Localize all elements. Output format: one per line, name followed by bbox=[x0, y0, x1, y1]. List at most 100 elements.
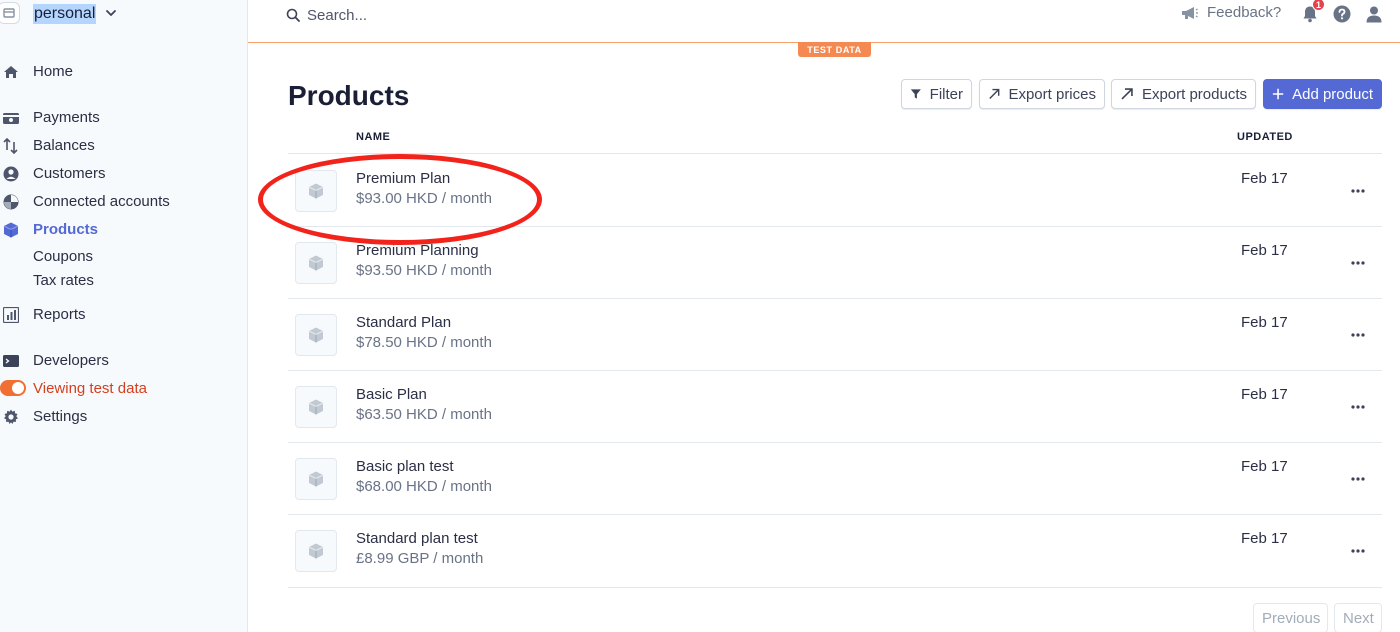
sidebar-item-label: Customers bbox=[33, 165, 106, 182]
sidebar-item-reports[interactable]: Reports bbox=[0, 304, 240, 326]
table-row[interactable]: Standard Plan $78.50 HKD / month Feb 17 bbox=[288, 298, 1382, 370]
product-image-placeholder bbox=[295, 458, 337, 500]
developers-icon bbox=[3, 353, 19, 369]
box-icon bbox=[308, 543, 324, 559]
sidebar-item-customers[interactable]: Customers bbox=[0, 163, 240, 185]
sidebar-item-payments[interactable]: Payments bbox=[0, 107, 240, 129]
box-icon bbox=[308, 399, 324, 415]
megaphone-icon bbox=[1182, 6, 1198, 19]
more-actions-icon[interactable] bbox=[1346, 327, 1370, 343]
filter-label: Filter bbox=[929, 85, 963, 103]
product-price: $93.50 HKD / month bbox=[356, 262, 492, 279]
product-updated: Feb 17 bbox=[1241, 530, 1288, 547]
search-icon bbox=[286, 8, 300, 22]
page-title: Products bbox=[288, 80, 410, 111]
connected-accounts-icon bbox=[3, 194, 19, 210]
product-name: Standard plan test bbox=[356, 530, 478, 547]
store-icon bbox=[0, 2, 20, 24]
product-name: Basic Plan bbox=[356, 386, 427, 403]
more-actions-icon[interactable] bbox=[1346, 255, 1370, 271]
account-name: personal bbox=[33, 4, 97, 24]
toggle-icon bbox=[0, 380, 26, 396]
table-row[interactable]: Basic Plan $63.50 HKD / month Feb 17 bbox=[288, 370, 1382, 442]
sidebar-item-label: Products bbox=[33, 221, 99, 238]
user-icon[interactable] bbox=[1365, 5, 1383, 23]
sidebar-item-label: Home bbox=[33, 63, 74, 80]
search-input[interactable] bbox=[307, 6, 607, 24]
sidebar-item-home[interactable]: Home bbox=[0, 61, 240, 83]
sidebar-item-developers[interactable]: Developers bbox=[0, 350, 240, 372]
sidebar-item-label: Viewing test data bbox=[33, 380, 147, 397]
notification-badge: 1 bbox=[1312, 0, 1325, 11]
product-name: Premium Planning bbox=[356, 242, 479, 259]
product-updated: Feb 17 bbox=[1241, 314, 1288, 331]
balances-icon bbox=[3, 138, 19, 154]
sidebar-subitem-coupons[interactable]: Coupons bbox=[33, 248, 93, 266]
box-icon bbox=[308, 327, 324, 343]
home-icon bbox=[3, 64, 19, 80]
sidebar-item-label: Connected accounts bbox=[33, 193, 170, 210]
column-header-updated[interactable]: UPDATED bbox=[1237, 131, 1293, 143]
product-updated: Feb 17 bbox=[1241, 386, 1288, 403]
product-name: Standard Plan bbox=[356, 314, 452, 331]
export-products-button[interactable]: Export products bbox=[1111, 79, 1256, 109]
more-actions-icon[interactable] bbox=[1346, 399, 1370, 415]
arrow-up-right-icon bbox=[1121, 88, 1133, 100]
export-prices-label: Export prices bbox=[1008, 85, 1096, 103]
sidebar-item-products[interactable]: Products bbox=[0, 219, 240, 241]
product-name: Premium Plan bbox=[356, 170, 451, 187]
product-price: £8.99 GBP / month bbox=[356, 550, 484, 567]
feedback-button[interactable]: Feedback? bbox=[1181, 4, 1281, 21]
product-price: $93.00 HKD / month bbox=[356, 190, 492, 207]
sidebar-item-settings[interactable]: Settings bbox=[0, 406, 240, 428]
product-price: $68.00 HKD / month bbox=[356, 478, 492, 495]
more-actions-icon[interactable] bbox=[1346, 183, 1370, 199]
column-header-name[interactable]: NAME bbox=[356, 131, 390, 143]
arrow-up-right-icon bbox=[989, 88, 1000, 99]
sidebar-item-label: Settings bbox=[33, 408, 88, 425]
customers-icon bbox=[3, 166, 19, 182]
sidebar-item-label: Reports bbox=[33, 306, 86, 323]
search-bar[interactable] bbox=[286, 4, 607, 26]
product-image-placeholder bbox=[295, 386, 337, 428]
box-icon bbox=[308, 471, 324, 487]
table-row[interactable]: Premium Planning $93.50 HKD / month Feb … bbox=[288, 226, 1382, 298]
feedback-label: Feedback? bbox=[1207, 4, 1282, 21]
box-icon bbox=[308, 255, 324, 271]
product-image-placeholder bbox=[295, 170, 337, 212]
chevron-down-icon bbox=[106, 10, 116, 16]
product-updated: Feb 17 bbox=[1241, 458, 1288, 475]
sidebar-subitem-tax-rates[interactable]: Tax rates bbox=[33, 272, 94, 290]
export-prices-button[interactable]: Export prices bbox=[979, 79, 1105, 109]
more-actions-icon[interactable] bbox=[1346, 543, 1370, 559]
next-page-button[interactable]: Next bbox=[1334, 603, 1382, 632]
payments-icon bbox=[3, 110, 19, 126]
sidebar: personal Home Payments Balances Customer… bbox=[0, 0, 248, 632]
plus-icon bbox=[1272, 88, 1284, 100]
product-price: $63.50 HKD / month bbox=[356, 406, 492, 423]
sidebar-item-label: Payments bbox=[33, 109, 100, 126]
product-name: Basic plan test bbox=[356, 458, 454, 475]
table-row[interactable]: Basic plan test $68.00 HKD / month Feb 1… bbox=[288, 442, 1382, 514]
gear-icon bbox=[3, 409, 19, 425]
product-image-placeholder bbox=[295, 314, 337, 356]
product-image-placeholder bbox=[295, 242, 337, 284]
test-mode-toggle[interactable]: Viewing test data bbox=[0, 378, 240, 400]
box-icon bbox=[308, 183, 324, 199]
topbar: Feedback? 1 bbox=[248, 0, 1400, 43]
add-product-label: Add product bbox=[1292, 85, 1373, 103]
row-divider bbox=[288, 587, 1382, 588]
export-products-label: Export products bbox=[1141, 85, 1247, 103]
add-product-button[interactable]: Add product bbox=[1263, 79, 1382, 109]
product-price: $78.50 HKD / month bbox=[356, 334, 492, 351]
sidebar-item-label: Developers bbox=[33, 352, 109, 369]
sidebar-item-balances[interactable]: Balances bbox=[0, 135, 240, 157]
table-row[interactable]: Premium Plan $93.00 HKD / month Feb 17 bbox=[288, 154, 1382, 226]
more-actions-icon[interactable] bbox=[1346, 471, 1370, 487]
product-updated: Feb 17 bbox=[1241, 170, 1288, 187]
sidebar-item-connected-accounts[interactable]: Connected accounts bbox=[0, 191, 240, 213]
filter-button[interactable]: Filter bbox=[901, 79, 972, 109]
table-row[interactable]: Standard plan test £8.99 GBP / month Feb… bbox=[288, 514, 1382, 586]
help-icon[interactable] bbox=[1333, 5, 1351, 23]
previous-page-button[interactable]: Previous bbox=[1253, 603, 1328, 632]
